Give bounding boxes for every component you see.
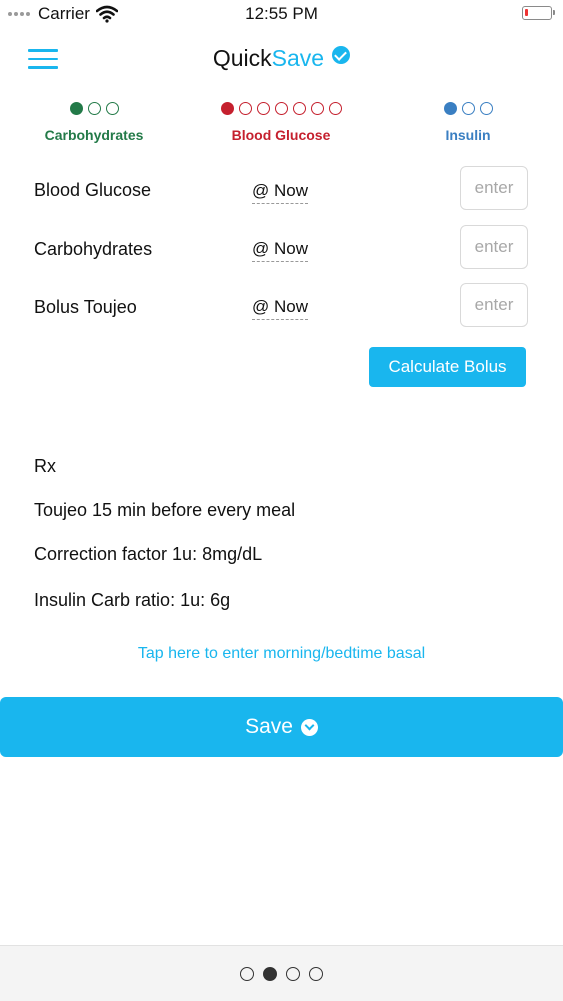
progress-dot-empty xyxy=(238,102,252,115)
page-dot[interactable] xyxy=(286,966,300,981)
progress-label: Carbohydrates xyxy=(44,127,144,143)
rx-heading: Rx xyxy=(34,456,56,476)
page-dot-current[interactable] xyxy=(263,966,277,981)
progress-dot-filled xyxy=(220,102,234,115)
progress-dots xyxy=(34,102,154,118)
blood-glucose-label: Blood Glucose xyxy=(34,180,152,200)
progress-dot-empty xyxy=(479,102,493,115)
basal-entry-link[interactable]: Tap here to enter morning/bedtime basal xyxy=(0,645,563,663)
progress-dot-empty xyxy=(256,102,270,115)
progress-dot-empty xyxy=(292,102,306,115)
progress-dot-empty xyxy=(328,102,342,115)
page-dot[interactable] xyxy=(309,966,323,981)
bolus-toujeo-input[interactable] xyxy=(460,283,528,327)
progress-dots xyxy=(206,102,356,118)
verified-check-icon xyxy=(332,46,351,64)
progress-blood-glucose[interactable]: Blood Glucose xyxy=(206,102,356,143)
progress-dot-empty xyxy=(310,102,324,115)
rx-line: Toujeo 15 min before every meal xyxy=(34,500,296,520)
save-button-label: Save xyxy=(245,715,293,738)
carbohydrates-label: Carbohydrates xyxy=(34,239,153,259)
chevron-down-icon xyxy=(300,718,318,736)
calculate-bolus-button[interactable]: Calculate Bolus xyxy=(369,347,526,387)
save-button[interactable]: Save xyxy=(0,697,563,757)
progress-dots xyxy=(418,102,518,118)
progress-dot-empty xyxy=(274,102,288,115)
progress-dot-empty xyxy=(461,102,475,115)
progress-dot-empty xyxy=(105,102,119,115)
progress-dot-filled xyxy=(69,102,83,115)
page-dot[interactable] xyxy=(240,966,254,981)
carbohydrates-input[interactable] xyxy=(460,225,528,269)
app-title: QuickSave xyxy=(0,45,563,72)
progress-dot-filled xyxy=(443,102,457,115)
battery-icon xyxy=(522,6,555,20)
app-title-save: Save xyxy=(271,45,325,71)
bolus-toujeo-time[interactable]: @ Now xyxy=(252,297,308,320)
bolus-toujeo-label: Bolus Toujeo xyxy=(34,297,137,317)
blood-glucose-time[interactable]: @ Now xyxy=(252,181,308,204)
page-indicator xyxy=(0,945,563,1001)
status-bar: Carrier 12:55 PM xyxy=(0,0,563,30)
progress-carbohydrates[interactable]: Carbohydrates xyxy=(34,102,154,143)
rx-line: Correction factor 1u: 8mg/dL xyxy=(34,544,263,564)
progress-label: Blood Glucose xyxy=(231,127,331,143)
status-time: 12:55 PM xyxy=(245,4,318,23)
blood-glucose-input[interactable] xyxy=(460,166,528,210)
rx-line: Insulin Carb ratio: 1u: 6g xyxy=(34,590,231,610)
progress-dot-empty xyxy=(87,102,101,115)
progress-insulin[interactable]: Insulin xyxy=(418,102,518,143)
progress-label: Insulin xyxy=(445,127,491,143)
app-title-quick: Quick xyxy=(212,45,272,71)
carbohydrates-time[interactable]: @ Now xyxy=(252,239,308,262)
